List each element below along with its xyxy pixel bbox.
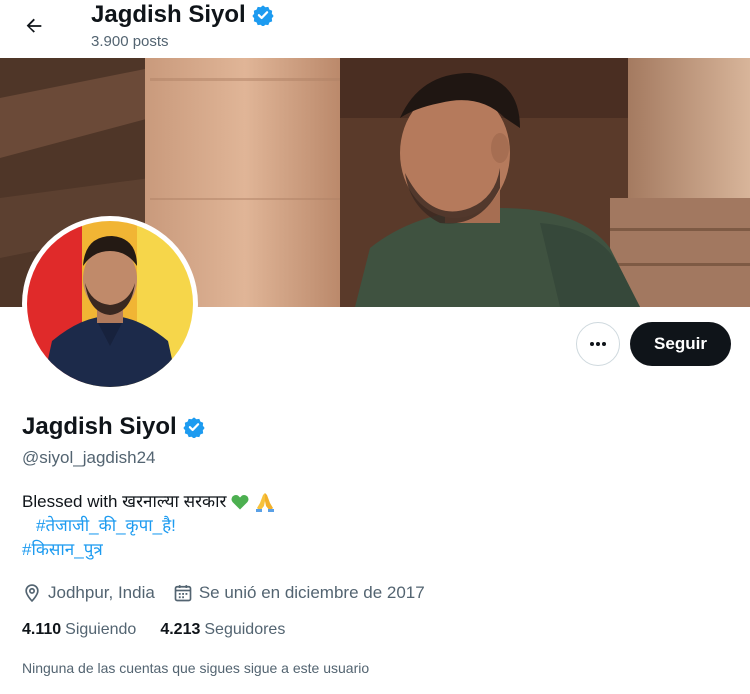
followers-label: Seguidores bbox=[204, 621, 286, 638]
top-bar: Jagdish Siyol 3.900 posts bbox=[0, 0, 750, 58]
following-link[interactable]: 4.110 Siguiendo bbox=[22, 621, 136, 639]
profile-meta: Jodhpur, India Se unió en diciembre de 2… bbox=[22, 580, 443, 606]
mutual-followers-note: Ninguna de las cuentas que sigues sigue … bbox=[22, 660, 370, 676]
more-horizontal-icon bbox=[590, 342, 606, 346]
avatar-photo bbox=[27, 221, 193, 387]
joined-item: Se unió en diciembre de 2017 bbox=[173, 583, 425, 603]
bio-text: Blessed with खरनाल्या सरकार bbox=[22, 492, 227, 511]
profile-name-row: Jagdish Siyol bbox=[22, 413, 205, 441]
more-options-button[interactable] bbox=[576, 322, 620, 366]
joined-text: Se unió en diciembre de 2017 bbox=[198, 583, 425, 602]
hashtag-link[interactable]: #किसान_पुत्र bbox=[22, 538, 103, 562]
profile-bio: Blessed with खरनाल्या सरकार #तेजाजी_की_क… bbox=[22, 490, 276, 562]
bio-line-1: Blessed with खरनाल्या सरकार bbox=[22, 490, 276, 514]
location-text: Jodhpur, India bbox=[48, 583, 155, 602]
header-display-name: Jagdish Siyol bbox=[91, 1, 246, 28]
verified-badge-icon[interactable] bbox=[183, 416, 205, 438]
follow-button[interactable]: Seguir bbox=[630, 322, 731, 366]
back-button[interactable] bbox=[16, 8, 52, 44]
hashtag-link[interactable]: #तेजाजी_की_कृपा_है! bbox=[36, 514, 176, 538]
location-item: Jodhpur, India bbox=[22, 583, 155, 603]
header-posts-count: 3.900 posts bbox=[91, 33, 169, 50]
followers-link[interactable]: 4.213 Seguidores bbox=[160, 621, 285, 639]
bio-line-3: #किसान_पुत्र bbox=[22, 538, 276, 562]
following-count: 4.110 bbox=[22, 621, 62, 638]
arrow-left-icon bbox=[26, 18, 42, 33]
calendar-icon bbox=[174, 585, 192, 602]
header-name-row: Jagdish Siyol bbox=[91, 1, 274, 29]
followers-count: 4.213 bbox=[160, 621, 201, 638]
folded-hands-icon bbox=[256, 493, 275, 512]
profile-display-name: Jagdish Siyol bbox=[22, 413, 177, 440]
profile-avatar[interactable] bbox=[22, 216, 198, 392]
verified-badge-icon bbox=[252, 5, 274, 26]
bio-line-2: #तेजाजी_की_कृपा_है! bbox=[22, 514, 276, 538]
profile-stats: 4.110 Siguiendo 4.213 Seguidores bbox=[22, 621, 309, 639]
location-pin-icon bbox=[25, 584, 39, 603]
green-heart-icon bbox=[231, 494, 249, 510]
profile-handle: @siyol_jagdish24 bbox=[22, 448, 156, 467]
following-label: Siguiendo bbox=[65, 621, 137, 638]
